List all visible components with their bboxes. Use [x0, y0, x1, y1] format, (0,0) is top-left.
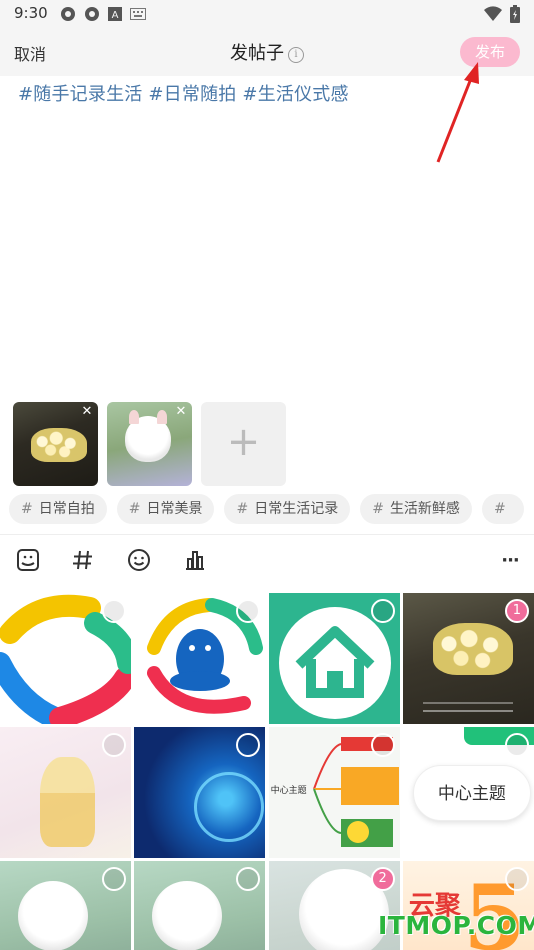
tag-label: 日常美景: [146, 501, 203, 517]
tag-label: 日常自拍: [38, 501, 95, 517]
status-system-icons: [484, 5, 520, 23]
tag-chip[interactable]: # 生活新鲜感: [360, 494, 472, 524]
cat-image: [18, 881, 88, 950]
status-time: 9:30: [14, 4, 48, 22]
emoji-icon[interactable]: [125, 546, 153, 574]
gallery-item[interactable]: [134, 593, 266, 724]
tag-chip[interactable]: # 日常美景: [116, 494, 215, 524]
attachment-strip: ✕ ✕ +: [13, 402, 286, 486]
select-circle[interactable]: [102, 599, 126, 623]
cat-image: [125, 410, 171, 462]
app-icon: [61, 7, 75, 21]
wifi-icon: [484, 6, 502, 22]
tag-chip[interactable]: #: [481, 494, 524, 524]
topic-tag-list: # 日常自拍 # 日常美景 # 日常生活记录 # 生活新鲜感 #: [9, 494, 534, 524]
status-notification-icons: A: [60, 6, 146, 22]
hashtag-icon: #: [236, 501, 249, 517]
selected-badge[interactable]: 2: [370, 867, 395, 891]
chart-icon[interactable]: [181, 546, 209, 574]
app-icon: [85, 7, 99, 21]
hashtag-icon: #: [128, 501, 141, 517]
close-icon[interactable]: ✕: [173, 404, 189, 420]
gallery-item[interactable]: [134, 727, 266, 858]
tag-chip[interactable]: # 日常生活记录: [224, 494, 351, 524]
add-photo-button[interactable]: +: [201, 402, 286, 486]
gallery-item[interactable]: 中心主题: [268, 727, 400, 858]
select-circle[interactable]: [370, 733, 395, 757]
editor-toolbar: ···: [0, 544, 534, 578]
header-bar: 取消 发帖子 i 发布: [0, 28, 534, 76]
hashtag-icon: #: [372, 501, 384, 517]
gallery-item[interactable]: [0, 593, 131, 724]
tech-image: [194, 772, 265, 842]
select-circle[interactable]: [236, 867, 261, 891]
tag-label: 日常生活记录: [254, 501, 339, 517]
select-circle[interactable]: [102, 733, 126, 757]
close-icon[interactable]: ✕: [79, 404, 95, 420]
topic-bubble: 中心主题: [412, 765, 531, 821]
gallery-item[interactable]: [0, 861, 131, 950]
anime-image: [40, 757, 95, 847]
hashtag-icon[interactable]: [69, 546, 97, 574]
select-circle[interactable]: [504, 733, 529, 757]
post-text-editor[interactable]: #随手记录生活 #日常随拍 #生活仪式感: [18, 80, 518, 106]
tag-label: 生活新鲜感: [389, 501, 460, 517]
flowers-image: [432, 623, 513, 675]
select-circle[interactable]: [102, 867, 126, 891]
title-area: 发帖子 i: [0, 39, 534, 65]
publish-button[interactable]: 发布: [460, 37, 520, 67]
watermark: ITMOP.COM: [378, 911, 534, 940]
status-bar: 9:30 A: [0, 0, 534, 28]
emoji-image: [346, 821, 369, 843]
select-circle[interactable]: [370, 599, 395, 623]
flowers-image: [31, 428, 87, 462]
select-circle[interactable]: [236, 733, 261, 757]
tag-chip[interactable]: # 日常自拍: [9, 494, 107, 524]
photo-gallery: 1 中心主题 中心主题 2 云聚 5: [0, 593, 534, 950]
mindmap-node: [340, 767, 399, 805]
more-options-button[interactable]: ···: [496, 546, 524, 574]
gallery-item[interactable]: [0, 727, 131, 858]
text-icon: A: [108, 7, 122, 21]
caption-lines: [422, 710, 513, 712]
gallery-item[interactable]: 1: [402, 593, 534, 724]
keyboard-icon: [130, 8, 146, 20]
gallery-item[interactable]: [268, 593, 400, 724]
divider: [0, 534, 534, 535]
cat-image: [152, 881, 223, 950]
selected-badge[interactable]: 1: [504, 599, 529, 623]
attached-photo-cat[interactable]: ✕: [107, 402, 192, 486]
page-title: 发帖子: [230, 43, 284, 64]
attached-photo-flowers[interactable]: ✕: [13, 402, 98, 486]
battery-icon: [510, 5, 520, 23]
info-icon[interactable]: i: [288, 47, 304, 63]
gallery-item[interactable]: 中心主题: [402, 727, 534, 858]
hashtag-icon: #: [493, 501, 506, 517]
select-circle[interactable]: [504, 867, 529, 891]
hashtag-icon: #: [21, 501, 33, 517]
image-icon[interactable]: [14, 546, 42, 574]
svg-text:A: A: [112, 10, 119, 21]
gallery-item[interactable]: [134, 861, 266, 950]
